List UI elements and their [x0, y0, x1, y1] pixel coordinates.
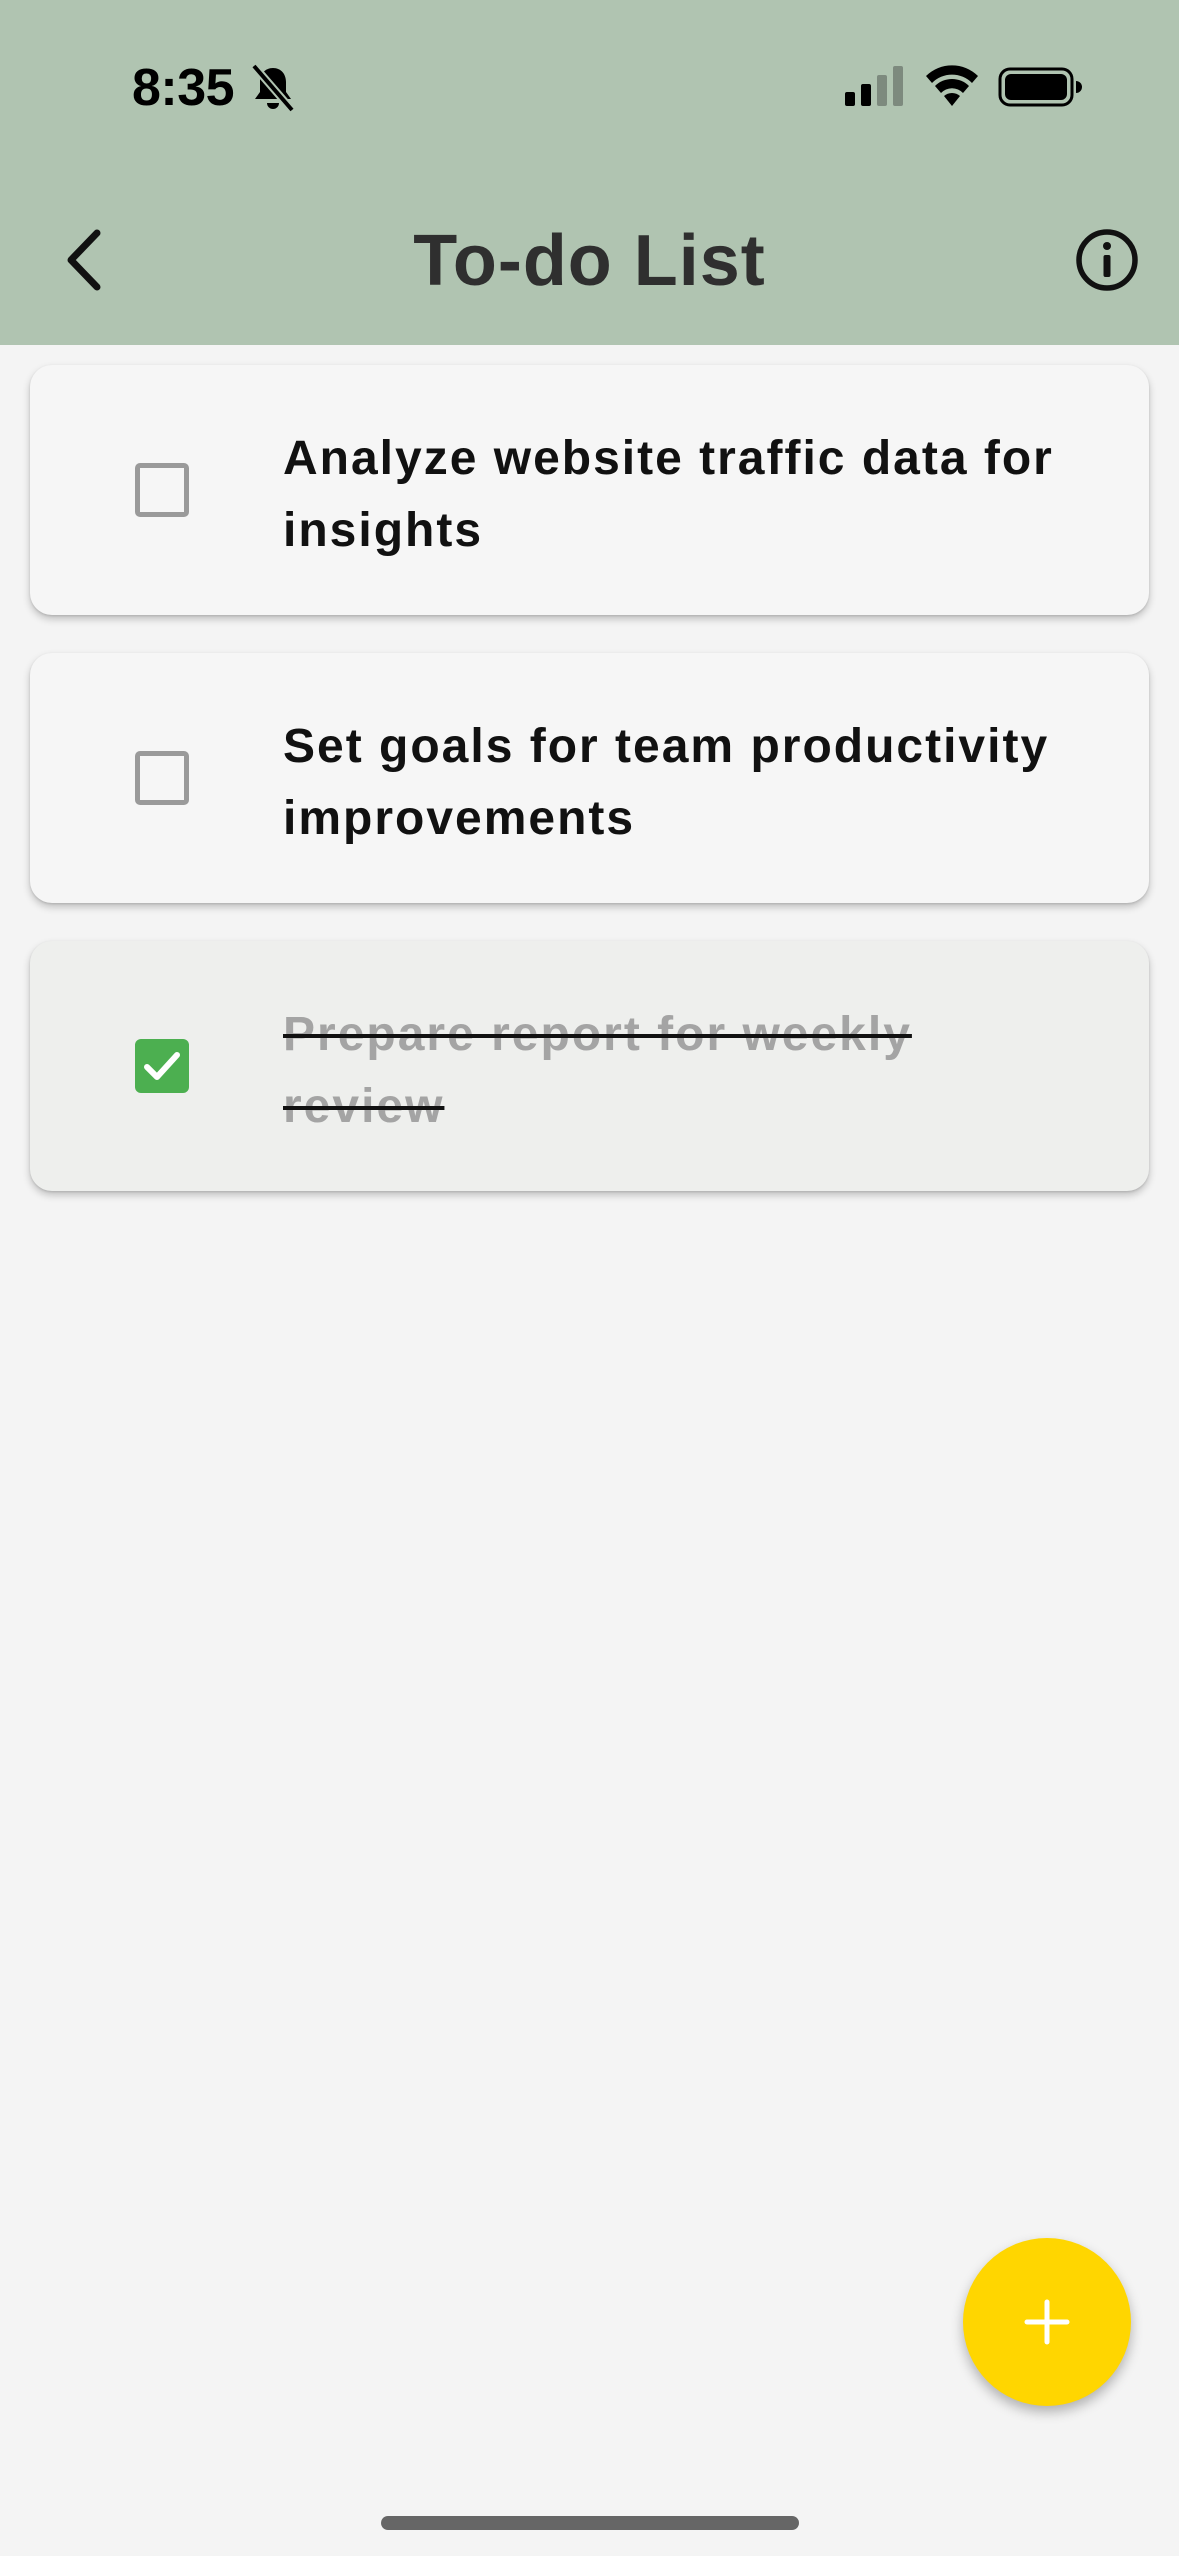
plus-icon [1024, 2299, 1070, 2345]
status-time: 8:35 [132, 59, 235, 117]
task-checkbox[interactable] [135, 463, 189, 517]
task-text: Analyze website traffic data for insight… [283, 432, 1054, 557]
checkmark-icon [144, 1052, 180, 1080]
app-header: 8:35 To-do List [0, 0, 1179, 345]
page-title: To-do List [413, 221, 766, 301]
battery-icon [998, 67, 1082, 107]
task-card-completed[interactable]: Prepare report for weekly review [30, 941, 1149, 1191]
add-task-button[interactable] [963, 2238, 1131, 2406]
task-text-completed: Prepare report for weekly review [283, 1008, 912, 1133]
task-checkbox-checked[interactable] [135, 1039, 189, 1093]
home-indicator [381, 2516, 799, 2530]
info-circle-icon [1076, 229, 1138, 291]
task-text: Set goals for team productivity improvem… [283, 720, 1050, 845]
task-card[interactable]: Analyze website traffic data for insight… [30, 365, 1149, 615]
task-card[interactable]: Set goals for team productivity improvem… [30, 653, 1149, 903]
task-checkbox[interactable] [135, 751, 189, 805]
status-bar: 8:35 [0, 0, 1179, 175]
wifi-icon [926, 65, 978, 106]
nav-bar: To-do List [0, 190, 1179, 330]
task-list: Analyze website traffic data for insight… [30, 365, 1149, 1229]
signal-icon [845, 66, 903, 106]
bell-slash-icon [250, 63, 296, 113]
info-button[interactable] [1070, 220, 1144, 300]
